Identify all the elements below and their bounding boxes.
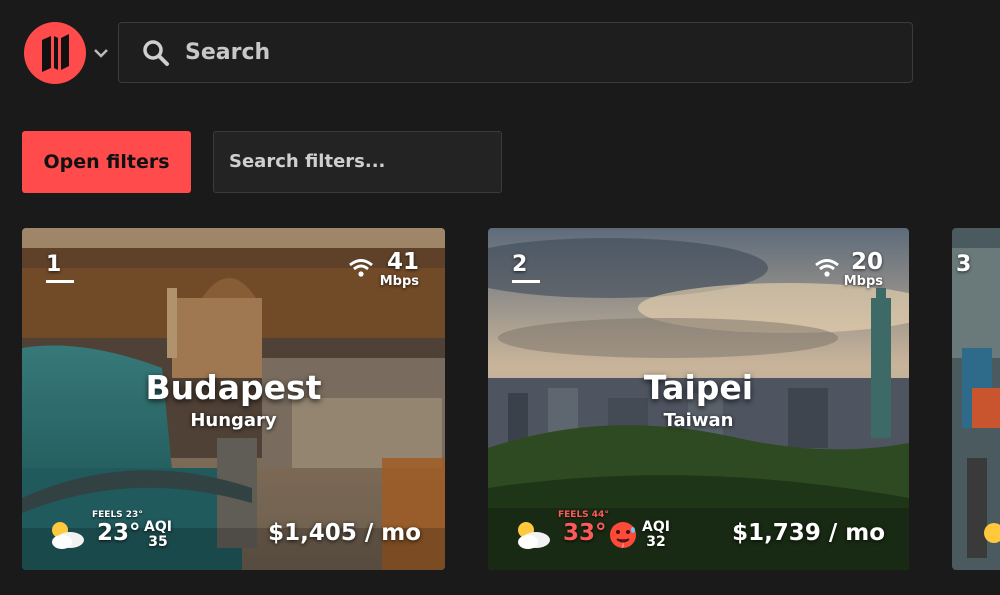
open-filters-button[interactable]: Open filters (22, 131, 191, 193)
speed-unit: Mbps (379, 274, 419, 289)
chevron-down-icon[interactable] (90, 42, 112, 64)
speed-unit: Mbps (843, 274, 883, 289)
rank-underline (512, 280, 540, 283)
city-card-taipei[interactable]: 2 20 Mbps Taipei Taiwan FEELS 44° 33° AQ… (488, 228, 909, 570)
monthly-cost: $1,405 / mo (268, 520, 421, 546)
aqi: AQI 32 (642, 520, 670, 550)
logo-menu-button[interactable] (24, 22, 86, 84)
city-card-3[interactable]: 3 (952, 228, 1000, 570)
search-input[interactable]: Search (118, 22, 913, 83)
rank-number: 3 (956, 252, 972, 277)
internet-speed: 41 Mbps (380, 249, 419, 289)
top-bar: Search (0, 0, 1000, 105)
map-logo-icon (42, 34, 69, 72)
city-card-budapest[interactable]: 1 41 Mbps Budapest Hungary FEELS 23° 23°… (22, 228, 445, 570)
hot-face-icon (610, 522, 636, 548)
aqi-value: 35 (148, 534, 168, 550)
internet-speed: 20 Mbps (844, 249, 883, 289)
speed-value: 41 (386, 249, 419, 275)
monthly-cost: $1,739 / mo (732, 520, 885, 546)
speed-value: 20 (850, 249, 883, 275)
search-filters-placeholder: Search filters... (229, 151, 386, 172)
wifi-icon (815, 259, 839, 277)
aqi-label: AQI (642, 519, 670, 535)
rank-number: 1 (46, 252, 62, 277)
temperature: 33° (563, 520, 607, 546)
city-name: Taipei (643, 368, 754, 407)
search-filters-input[interactable]: Search filters... (213, 131, 502, 193)
aqi: AQI 35 (144, 520, 172, 550)
partly-cloudy-icon (52, 522, 84, 549)
aqi-value: 32 (646, 534, 666, 550)
partly-cloudy-icon (518, 522, 550, 549)
country-name: Hungary (190, 410, 277, 431)
search-icon (143, 40, 169, 66)
city-name: Budapest (145, 368, 322, 407)
wifi-icon (349, 259, 373, 277)
aqi-label: AQI (144, 519, 172, 535)
feels-like: FEELS 44° (558, 510, 609, 520)
feels-like: FEELS 23° (92, 510, 143, 520)
rank-underline (46, 280, 74, 283)
country-name: Taiwan (663, 410, 734, 431)
city-photo (952, 228, 1000, 570)
rank-number: 2 (512, 252, 528, 277)
search-placeholder: Search (185, 40, 271, 65)
temperature: 23° (97, 520, 141, 546)
